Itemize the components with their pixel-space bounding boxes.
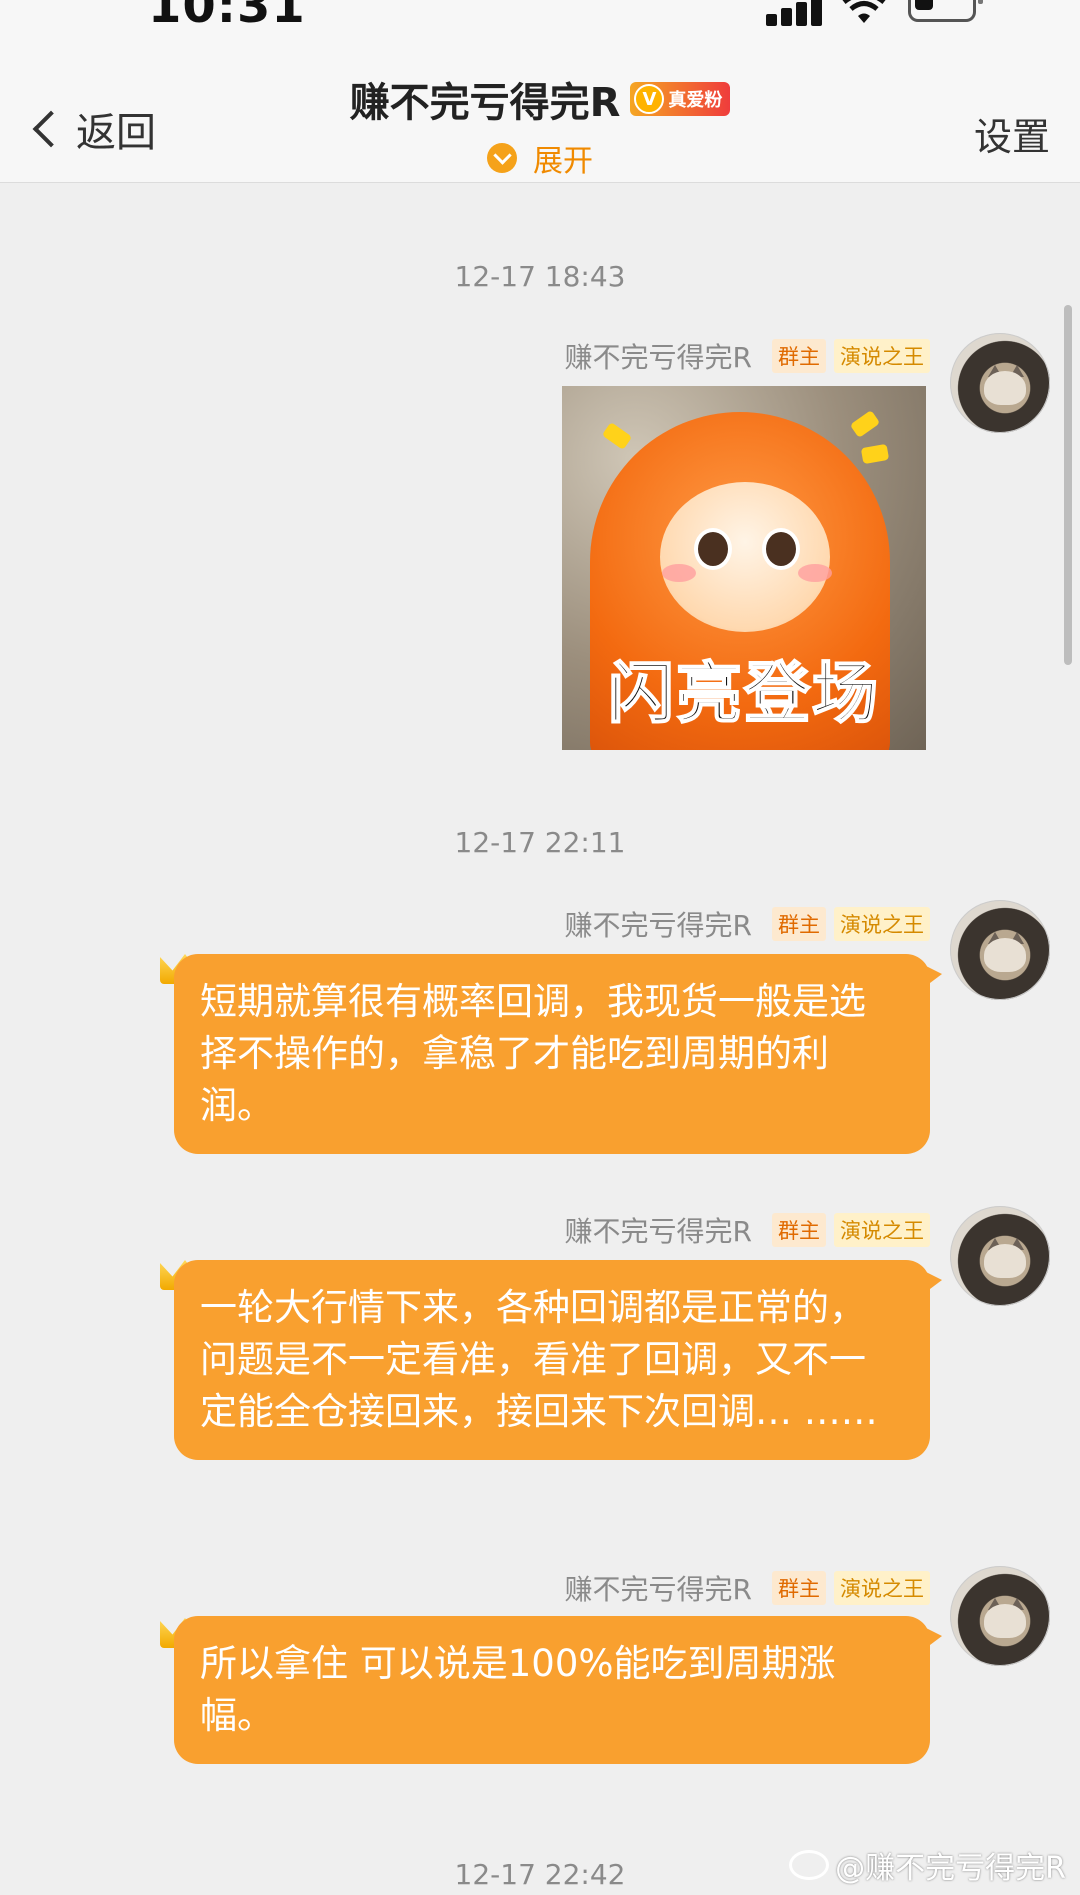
title-tag: 演说之王 [834, 339, 930, 373]
message-bubble[interactable]: 所以拿住 可以说是100%能吃到周期涨幅。 [174, 1616, 942, 1764]
wifi-icon [842, 0, 886, 23]
timestamp: 12-17 18:43 [454, 260, 626, 293]
watermark-text: @赚不完亏得完R [835, 1851, 1066, 1886]
message-header: 赚不完亏得完R 群主 演说之王 [565, 1210, 930, 1250]
owner-tag: 群主 [772, 1571, 826, 1605]
timestamp: 12-17 22:11 [454, 826, 626, 859]
avatar[interactable] [950, 900, 1050, 1000]
status-time: 10:31 [148, 0, 306, 34]
message-header: 赚不完亏得完R 群主 演说之王 [565, 1568, 930, 1608]
settings-button[interactable]: 设置 [974, 106, 1050, 161]
owner-tag: 群主 [772, 339, 826, 373]
sender-name: 赚不完亏得完R [564, 1573, 752, 1606]
title-tag: 演说之王 [834, 1571, 930, 1605]
sticker-image[interactable]: 闪亮登场 [562, 386, 926, 750]
weibo-logo-icon [789, 1850, 830, 1880]
chevron-down-icon [487, 143, 517, 173]
v-badge-icon: V [634, 84, 665, 114]
sender-name: 赚不完亏得完R [564, 1215, 752, 1248]
sticker-caption: 闪亮登场 [607, 654, 880, 733]
fan-badge: V 真爱粉 [630, 82, 731, 116]
message-bubble[interactable]: 一轮大行情下来，各种回调都是正常的，问题是不一定看准，看准了回调，又不一定能全仓… [174, 1260, 942, 1460]
sender-name: 赚不完亏得完R [564, 909, 752, 942]
nav-bar: 返回 赚不完亏得完R V 真爱粉 展开 设置 [0, 40, 1080, 183]
title-tag: 演说之王 [834, 907, 930, 941]
chat-header: 赚不完亏得完R V 真爱粉 展开 [0, 70, 1080, 180]
status-bar: 10:31 [0, 0, 1080, 40]
sender-name: 赚不完亏得完R [564, 341, 752, 374]
avatar[interactable] [950, 1206, 1050, 1306]
cellular-signal-icon [766, 0, 826, 26]
battery-icon [908, 0, 983, 22]
fan-badge-label: 真爱粉 [668, 90, 723, 111]
avatar[interactable] [950, 333, 1050, 433]
expand-button[interactable]: 展开 [487, 136, 593, 180]
weibo-watermark: @赚不完亏得完R [789, 1843, 1066, 1887]
owner-tag: 群主 [772, 907, 826, 941]
expand-label: 展开 [533, 144, 593, 179]
message-header: 赚不完亏得完R 群主 演说之王 [565, 336, 930, 376]
title-tag: 演说之王 [834, 1213, 930, 1247]
message-header: 赚不完亏得完R 群主 演说之王 [565, 904, 930, 944]
chat-title: 赚不完亏得完R [349, 80, 621, 126]
owner-tag: 群主 [772, 1213, 826, 1247]
message-bubble[interactable]: 短期就算很有概率回调，我现货一般是选择不操作的，拿稳了才能吃到周期的利润。 [174, 954, 942, 1154]
avatar[interactable] [950, 1566, 1050, 1666]
scrollbar[interactable] [1064, 305, 1072, 665]
